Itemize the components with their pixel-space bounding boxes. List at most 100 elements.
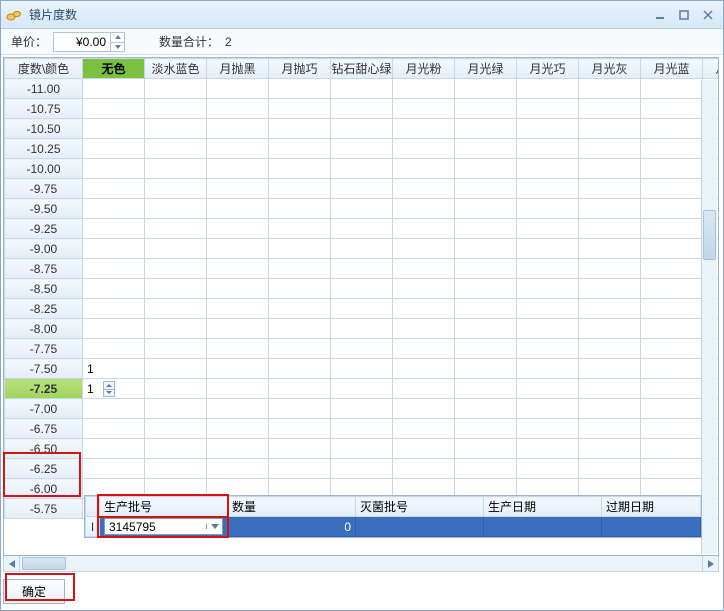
column-header[interactable]: 月光黑 (703, 59, 719, 79)
grid-cell[interactable] (455, 179, 517, 199)
grid-cell[interactable] (393, 179, 455, 199)
grid-cell[interactable] (269, 219, 331, 239)
grid-cell[interactable]: 1 (83, 359, 145, 379)
grid-cell[interactable] (145, 179, 207, 199)
subgrid-header[interactable]: 数量 (228, 497, 356, 517)
grid-cell[interactable] (517, 159, 579, 179)
grid-cell[interactable] (455, 119, 517, 139)
grid-cell[interactable] (145, 399, 207, 419)
grid-cell[interactable] (455, 159, 517, 179)
grid-cell[interactable] (207, 379, 269, 399)
row-header[interactable]: -9.00 (5, 239, 83, 259)
row-header[interactable]: -7.25 (5, 379, 83, 399)
grid-cell[interactable] (455, 139, 517, 159)
grid-cell[interactable] (517, 339, 579, 359)
subgrid-header[interactable]: 生产批号 (100, 497, 228, 517)
row-header[interactable]: -7.00 (5, 399, 83, 419)
grid-cell[interactable] (83, 339, 145, 359)
grid-cell[interactable] (455, 79, 517, 99)
grid-cell[interactable] (393, 259, 455, 279)
grid-cell[interactable] (641, 399, 703, 419)
grid-cell[interactable] (517, 259, 579, 279)
grid-cell[interactable] (579, 279, 641, 299)
grid-cell[interactable] (145, 459, 207, 479)
grid-cell[interactable] (517, 99, 579, 119)
grid-cell[interactable] (579, 199, 641, 219)
row-header[interactable]: -7.50 (5, 359, 83, 379)
grid-cell[interactable] (579, 179, 641, 199)
grid-cell[interactable] (641, 119, 703, 139)
grid-cell[interactable] (145, 359, 207, 379)
grid-cell[interactable] (455, 439, 517, 459)
grid-cell[interactable] (579, 439, 641, 459)
grid-cell[interactable] (455, 399, 517, 419)
grid-cell[interactable] (641, 459, 703, 479)
grid-cell[interactable] (269, 99, 331, 119)
grid-cell[interactable] (269, 359, 331, 379)
subgrid-prod-date[interactable] (484, 517, 602, 537)
grid-cell[interactable] (517, 419, 579, 439)
grid-cell[interactable] (83, 279, 145, 299)
price-down-icon[interactable] (110, 42, 124, 51)
grid-cell[interactable] (393, 159, 455, 179)
grid-cell[interactable] (455, 459, 517, 479)
grid-cell[interactable] (517, 119, 579, 139)
grid-cell[interactable] (207, 399, 269, 419)
row-header[interactable]: -6.00 (5, 479, 83, 499)
row-header[interactable]: -11.00 (5, 79, 83, 99)
grid-cell[interactable] (83, 239, 145, 259)
grid-cell[interactable] (517, 459, 579, 479)
grid-cell[interactable] (269, 119, 331, 139)
spin-up-icon[interactable] (104, 382, 114, 389)
grid-cell[interactable] (641, 299, 703, 319)
grid-cell[interactable] (331, 99, 393, 119)
grid-cell[interactable] (331, 199, 393, 219)
scroll-left-icon[interactable] (4, 556, 20, 571)
grid-cell[interactable] (393, 99, 455, 119)
grid-cell[interactable] (145, 319, 207, 339)
grid-cell[interactable] (83, 259, 145, 279)
grid-cell[interactable] (331, 279, 393, 299)
row-header[interactable]: -10.00 (5, 159, 83, 179)
grid-cell[interactable] (207, 279, 269, 299)
grid-cell[interactable] (331, 379, 393, 399)
column-header[interactable]: 月光巧 (517, 59, 579, 79)
grid-cell[interactable] (207, 139, 269, 159)
grid-cell[interactable] (207, 439, 269, 459)
grid-cell[interactable] (517, 319, 579, 339)
grid-cell[interactable] (207, 179, 269, 199)
grid-cell[interactable] (207, 419, 269, 439)
grid-cell[interactable] (579, 259, 641, 279)
grid-cell[interactable] (579, 379, 641, 399)
grid-cell[interactable] (455, 339, 517, 359)
grid-cell[interactable] (269, 279, 331, 299)
price-field[interactable] (54, 35, 110, 49)
grid-cell[interactable] (269, 339, 331, 359)
grid-cell[interactable] (145, 259, 207, 279)
grid-cell[interactable] (579, 219, 641, 239)
grid-cell[interactable] (331, 159, 393, 179)
subgrid-header[interactable]: 过期日期 (602, 497, 701, 517)
grid-cell[interactable] (145, 279, 207, 299)
row-header[interactable]: -8.00 (5, 319, 83, 339)
grid-cell[interactable] (207, 219, 269, 239)
grid-cell[interactable] (83, 319, 145, 339)
grid-cell[interactable] (145, 219, 207, 239)
grid-cell[interactable] (393, 239, 455, 259)
column-header[interactable]: 月抛巧 (269, 59, 331, 79)
grid-cell[interactable] (83, 99, 145, 119)
row-header[interactable]: -7.75 (5, 339, 83, 359)
grid-cell[interactable] (145, 139, 207, 159)
grid-cell[interactable] (331, 79, 393, 99)
grid-cell[interactable] (207, 359, 269, 379)
grid-cell[interactable] (145, 299, 207, 319)
grid-cell[interactable] (393, 399, 455, 419)
grid-cell[interactable] (517, 179, 579, 199)
grid-cell[interactable] (83, 439, 145, 459)
grid-cell[interactable] (393, 319, 455, 339)
horizontal-scrollbar[interactable] (3, 556, 719, 572)
scroll-thumb[interactable] (703, 210, 716, 260)
grid-cell[interactable] (517, 239, 579, 259)
grid-cell[interactable] (83, 419, 145, 439)
grid-cell[interactable] (455, 99, 517, 119)
